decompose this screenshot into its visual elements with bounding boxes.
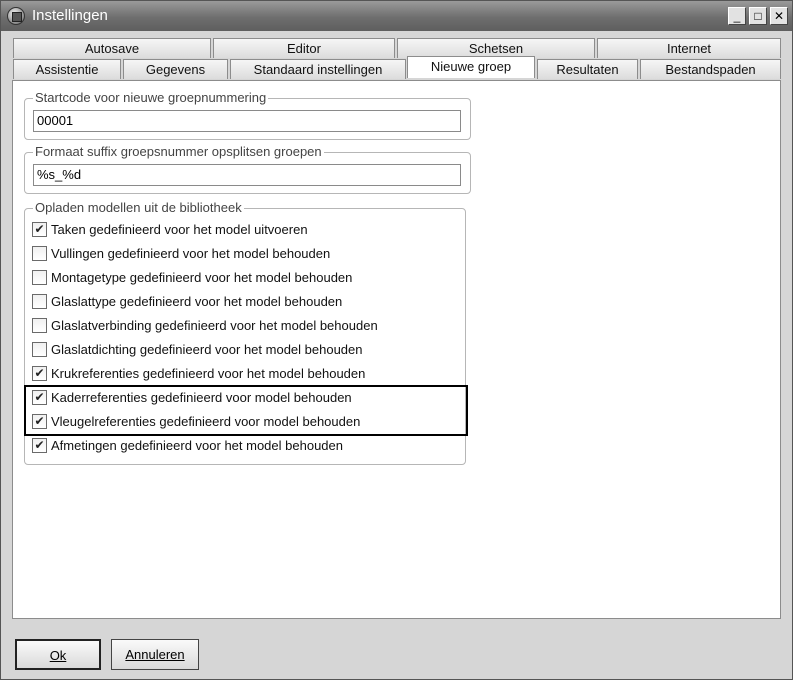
checkbox-label: Glaslattype gedefinieerd voor het model … bbox=[51, 293, 343, 309]
tab-resultaten[interactable]: Resultaten bbox=[537, 59, 638, 79]
app-icon bbox=[7, 7, 25, 25]
tab-row-front: Assistentie Gegevens Standaard instellin… bbox=[13, 56, 781, 81]
checkmark-icon: ✔ bbox=[34, 390, 45, 404]
tab-internet[interactable]: Internet bbox=[597, 38, 781, 58]
tab-bestandspaden[interactable]: Bestandspaden bbox=[640, 59, 781, 79]
checkbox-row[interactable]: ✔ Kaderreferenties gedefinieerd voor mode… bbox=[32, 387, 352, 407]
suffix-format-legend: Formaat suffix groepsnummer opsplitsen g… bbox=[33, 144, 324, 159]
tab-row-back: Autosave Editor Schetsen Internet bbox=[13, 38, 781, 59]
start-code-group: Startcode voor nieuwe groepnummering 000… bbox=[24, 90, 471, 140]
checkbox-label: Krukreferenties gedefinieerd voor het mo… bbox=[51, 365, 366, 381]
checkbox[interactable] bbox=[32, 245, 47, 261]
cancel-button[interactable]: Annuleren bbox=[111, 639, 199, 670]
checkmark-icon: ✔ bbox=[34, 222, 45, 236]
checkbox-label: Vullingen gedefinieerd voor het model be… bbox=[51, 245, 331, 261]
checkbox[interactable]: ✔ bbox=[32, 437, 47, 453]
checkbox-row[interactable]: Montagetype gedefinieerd voor het model … bbox=[32, 267, 352, 287]
minimize-icon: _ bbox=[733, 9, 741, 23]
checkbox[interactable] bbox=[32, 269, 47, 285]
checkbox-row[interactable]: Glaslattype gedefinieerd voor het model … bbox=[32, 291, 342, 311]
suffix-format-group: Formaat suffix groepsnummer opsplitsen g… bbox=[24, 144, 471, 194]
checkbox-label: Kaderreferenties gedefinieerd voor model… bbox=[51, 389, 352, 405]
checkbox[interactable]: ✔ bbox=[32, 221, 47, 237]
checkmark-icon: ✔ bbox=[34, 366, 45, 380]
tab-panel-nieuwe-groep: Startcode voor nieuwe groepnummering 000… bbox=[12, 80, 781, 619]
checkbox[interactable] bbox=[32, 341, 47, 357]
checkbox-label: Glaslatdichting gedefinieerd voor het mo… bbox=[51, 341, 363, 357]
checkbox-label: Taken gedefinieerd voor het model uitvoe… bbox=[51, 221, 308, 237]
tab-schetsen[interactable]: Schetsen bbox=[397, 38, 595, 58]
checkbox-row[interactable]: ✔ Taken gedefinieerd voor het model uitvo… bbox=[32, 219, 308, 239]
start-code-legend: Startcode voor nieuwe groepnummering bbox=[33, 90, 269, 105]
window-title: Instellingen bbox=[32, 7, 108, 24]
checkbox-row[interactable]: ✔ Afmetingen gedefinieerd voor het model … bbox=[32, 435, 343, 455]
checkbox[interactable] bbox=[32, 317, 47, 333]
maximize-button[interactable]: □ bbox=[749, 7, 767, 25]
suffix-format-input[interactable]: %s_%d bbox=[33, 164, 461, 186]
checkbox-label: Afmetingen gedefinieerd voor het model b… bbox=[51, 437, 343, 453]
ok-label: Ok bbox=[49, 648, 67, 663]
minimize-button[interactable]: _ bbox=[728, 7, 746, 25]
checkbox-row[interactable]: ✔ Krukreferenties gedefinieerd voor het m… bbox=[32, 363, 365, 383]
title-bar[interactable]: Instellingen _ □ ✕ bbox=[1, 1, 792, 31]
library-options-legend: Opladen modellen uit de bibliotheek bbox=[33, 200, 244, 215]
tab-standaard-instellingen[interactable]: Standaard instellingen bbox=[230, 59, 406, 79]
cancel-label: Annuleren bbox=[125, 647, 185, 662]
checkmark-icon: ✔ bbox=[34, 438, 45, 452]
tab-gegevens[interactable]: Gegevens bbox=[123, 59, 228, 79]
checkbox-row[interactable]: Glaslatverbinding gedefinieerd voor het … bbox=[32, 315, 378, 335]
start-code-input[interactable]: 00001 bbox=[33, 110, 461, 132]
maximize-icon: □ bbox=[754, 9, 762, 23]
checkbox-row[interactable]: Vullingen gedefinieerd voor het model be… bbox=[32, 243, 330, 263]
checkbox[interactable]: ✔ bbox=[32, 365, 47, 381]
ok-button[interactable]: Ok bbox=[15, 639, 101, 670]
settings-window: Instellingen _ □ ✕ Autosave Editor Schet… bbox=[0, 0, 793, 680]
checkbox-label: Glaslatverbinding gedefinieerd voor het … bbox=[51, 317, 378, 333]
tab-nieuwe-groep[interactable]: Nieuwe groep bbox=[407, 56, 535, 78]
checkbox[interactable]: ✔ bbox=[32, 389, 47, 405]
close-button[interactable]: ✕ bbox=[770, 7, 788, 25]
checkbox-label: Vleugelreferenties gedefinieerd voor mod… bbox=[51, 413, 361, 429]
checkbox[interactable]: ✔ bbox=[32, 413, 47, 429]
tab-assistentie[interactable]: Assistentie bbox=[13, 59, 121, 79]
tab-autosave[interactable]: Autosave bbox=[13, 38, 211, 58]
close-icon: ✕ bbox=[773, 9, 785, 23]
checkbox[interactable] bbox=[32, 293, 47, 309]
checkbox-label: Montagetype gedefinieerd voor het model … bbox=[51, 269, 353, 285]
checkmark-icon: ✔ bbox=[34, 414, 45, 428]
checkbox-row[interactable]: Glaslatdichting gedefinieerd voor het mo… bbox=[32, 339, 363, 359]
checkbox-row[interactable]: ✔ Vleugelreferenties gedefinieerd voor mo… bbox=[32, 411, 360, 431]
tab-editor[interactable]: Editor bbox=[213, 38, 395, 58]
